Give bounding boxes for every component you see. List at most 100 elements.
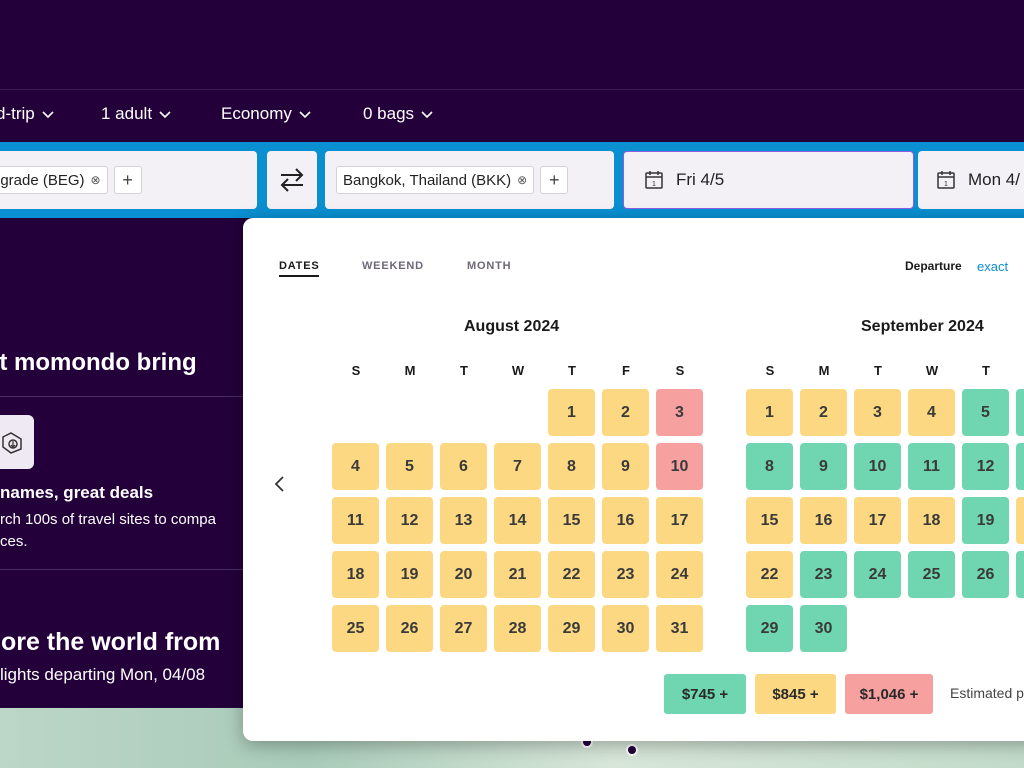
destination-chip-label: Bangkok, Thailand (BKK) [343, 171, 512, 189]
calendar-day-august-13[interactable]: 13 [440, 497, 487, 544]
calendar-day-august-19[interactable]: 19 [386, 551, 433, 598]
calendar-day-august-5[interactable]: 5 [386, 443, 433, 490]
calendar-day-september-20[interactable]: 20 [1016, 497, 1024, 544]
calendar-day-september-6[interactable]: 6 [1016, 389, 1024, 436]
cabin-dropdown[interactable]: Economy [221, 104, 312, 124]
calendar-day-august-2[interactable]: 2 [602, 389, 649, 436]
calendar-day-september-12[interactable]: 12 [962, 443, 1009, 490]
tab-dates[interactable]: DATES [279, 260, 320, 277]
calendar-day-september-16[interactable]: 16 [800, 497, 847, 544]
calendar-day-august-31[interactable]: 31 [656, 605, 703, 652]
promo-panel: at momondo bring names, great deals rch … [0, 218, 245, 708]
trip-type-dropdown[interactable]: d-trip [0, 104, 55, 124]
calendar-day-august-12[interactable]: 12 [386, 497, 433, 544]
search-options-bar: d-trip 1 adult Economy 0 bags [0, 90, 1024, 142]
calendar-day-august-17[interactable]: 17 [656, 497, 703, 544]
legend-cheap: $745 + [664, 674, 746, 714]
calendar-day-august-14[interactable]: 14 [494, 497, 541, 544]
depart-date-field[interactable]: 1 Fri 4/5 [623, 151, 914, 209]
chevron-down-icon [42, 111, 54, 119]
calendar-day-august-21[interactable]: 21 [494, 551, 541, 598]
add-destination-button[interactable]: + [540, 166, 569, 194]
calendar-day-august-28[interactable]: 28 [494, 605, 541, 652]
calendar-day-august-9[interactable]: 9 [602, 443, 649, 490]
add-origin-button[interactable]: + [113, 166, 142, 194]
calendar-day-august-8[interactable]: 8 [548, 443, 595, 490]
calendar-day-september-22[interactable]: 22 [746, 551, 793, 598]
calendar-day-august-23[interactable]: 23 [602, 551, 649, 598]
calendar-day-august-25[interactable]: 25 [332, 605, 379, 652]
divider [0, 396, 245, 397]
remove-destination-icon[interactable]: ⊗ [517, 173, 527, 187]
remove-origin-icon[interactable]: ⊗ [91, 173, 101, 187]
weekday-label: W [511, 363, 525, 378]
calendar-day-september-4[interactable]: 4 [908, 389, 955, 436]
calendar-day-september-25[interactable]: 25 [908, 551, 955, 598]
trip-type-label: d-trip [0, 104, 35, 123]
calendar-day-august-6[interactable]: 6 [440, 443, 487, 490]
tab-month[interactable]: MONTH [467, 260, 511, 272]
weekday-label: M [404, 363, 416, 378]
calendar-day-september-29[interactable]: 29 [746, 605, 793, 652]
bags-dropdown[interactable]: 0 bags [363, 104, 434, 124]
calendar-day-august-4[interactable]: 4 [332, 443, 379, 490]
calendar-day-september-5[interactable]: 5 [962, 389, 1009, 436]
calendar-day-august-22[interactable]: 22 [548, 551, 595, 598]
legend-note: Estimated p [950, 685, 1024, 701]
weekday-label: S [675, 363, 685, 378]
chevron-down-icon [159, 111, 171, 119]
map-pin[interactable] [626, 744, 638, 756]
calendar-day-september-17[interactable]: 17 [854, 497, 901, 544]
calendar-day-august-1[interactable]: 1 [548, 389, 595, 436]
calendar-day-august-30[interactable]: 30 [602, 605, 649, 652]
calendar-day-august-11[interactable]: 11 [332, 497, 379, 544]
calendar-day-september-18[interactable]: 18 [908, 497, 955, 544]
calendar-day-august-27[interactable]: 27 [440, 605, 487, 652]
calendar-day-september-13[interactable]: 13 [1016, 443, 1024, 490]
calendar-day-september-9[interactable]: 9 [800, 443, 847, 490]
calendar-day-august-10[interactable]: 10 [656, 443, 703, 490]
calendar-day-september-26[interactable]: 26 [962, 551, 1009, 598]
calendar-day-august-16[interactable]: 16 [602, 497, 649, 544]
tab-weekend[interactable]: WEEKEND [362, 260, 424, 272]
bags-label: 0 bags [363, 104, 415, 123]
promo-subheading: names, great deals [0, 483, 154, 502]
weekday-label: T [874, 363, 882, 378]
swap-button[interactable] [267, 151, 317, 209]
destination-field[interactable]: Bangkok, Thailand (BKK) ⊗ + [325, 151, 614, 209]
travelers-dropdown[interactable]: 1 adult [101, 104, 172, 124]
svg-text:1: 1 [652, 181, 656, 188]
calendar-day-september-15[interactable]: 15 [746, 497, 793, 544]
calendar-day-september-8[interactable]: 8 [746, 443, 793, 490]
calendar-day-september-24[interactable]: 24 [854, 551, 901, 598]
return-date-value: Mon 4/ [968, 170, 1020, 189]
calendar-day-august-15[interactable]: 15 [548, 497, 595, 544]
calendar-day-september-10[interactable]: 10 [854, 443, 901, 490]
calendar-day-august-26[interactable]: 26 [386, 605, 433, 652]
search-bar: lgrade (BEG) ⊗ + Bangkok, Thailand (BKK)… [0, 142, 1024, 218]
previous-month-icon[interactable] [271, 474, 289, 494]
calendar-day-september-1[interactable]: 1 [746, 389, 793, 436]
calendar-day-september-11[interactable]: 11 [908, 443, 955, 490]
origin-field[interactable]: lgrade (BEG) ⊗ + [0, 151, 257, 209]
chevron-down-icon [299, 111, 311, 119]
calendar-day-august-3[interactable]: 3 [656, 389, 703, 436]
return-date-field[interactable]: 1 Mon 4/ [918, 151, 1024, 209]
calendar-day-august-18[interactable]: 18 [332, 551, 379, 598]
promo-text-line1: rch 100s of travel sites to compa [0, 511, 216, 528]
calendar-day-september-27[interactable]: 27 [1016, 551, 1024, 598]
calendar-day-august-29[interactable]: 29 [548, 605, 595, 652]
origin-chip: lgrade (BEG) ⊗ [0, 166, 108, 194]
swap-arrows-icon [280, 168, 304, 192]
calendar-day-august-24[interactable]: 24 [656, 551, 703, 598]
calendar-day-september-23[interactable]: 23 [800, 551, 847, 598]
calendar-day-september-3[interactable]: 3 [854, 389, 901, 436]
calendar-day-september-30[interactable]: 30 [800, 605, 847, 652]
month-title-august: August 2024 [464, 318, 560, 335]
calendar-day-august-20[interactable]: 20 [440, 551, 487, 598]
calendar-day-september-19[interactable]: 19 [962, 497, 1009, 544]
calendar-day-august-7[interactable]: 7 [494, 443, 541, 490]
calendar-day-september-2[interactable]: 2 [800, 389, 847, 436]
weekday-label: W [925, 363, 939, 378]
departure-mode-dropdown[interactable]: exact [977, 259, 1008, 274]
